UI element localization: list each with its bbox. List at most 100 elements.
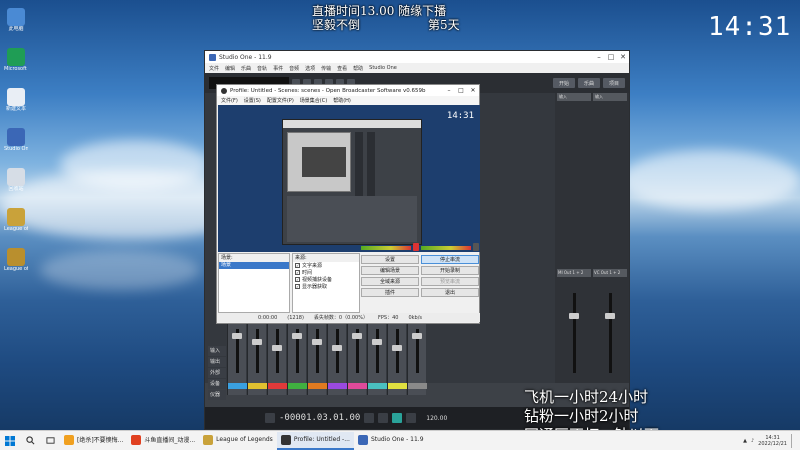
mixer-side-label[interactable]: 外部 <box>208 368 226 378</box>
fader-knob[interactable] <box>605 313 615 319</box>
desktop-icon[interactable]: League of Legends <box>4 208 28 232</box>
mixer-channel[interactable] <box>227 323 247 395</box>
fader-knob[interactable] <box>292 333 302 339</box>
desktop-icon[interactable]: 回收站 <box>4 168 28 192</box>
checkbox[interactable]: ✓ <box>295 263 300 268</box>
play-icon[interactable] <box>392 413 403 423</box>
menu-item[interactable]: 帮助 <box>353 65 363 72</box>
menu-item[interactable]: Studio One <box>369 65 397 71</box>
mixer-channel[interactable] <box>267 323 287 395</box>
mixer-side-label[interactable]: 输出 <box>208 357 226 367</box>
scene-item[interactable]: 场景 <box>219 262 289 269</box>
obs-menu-item[interactable]: 场景集合(C) <box>300 97 327 104</box>
close-icon[interactable]: ✕ <box>467 87 479 94</box>
mixer-channel[interactable] <box>247 323 267 395</box>
fader-knob[interactable] <box>352 333 362 339</box>
obs-menu-item[interactable]: 设置(S) <box>244 97 261 104</box>
mixer-channel[interactable] <box>327 323 347 395</box>
exit-button[interactable]: 退出 <box>421 288 479 297</box>
obs-menu-item[interactable]: 帮助(H) <box>333 97 351 104</box>
plugins-button[interactable]: 插件 <box>361 288 419 297</box>
speaker-icon[interactable] <box>473 243 479 251</box>
taskbar-item[interactable]: League of Legends <box>199 432 277 450</box>
fader-knob[interactable] <box>332 345 342 351</box>
start-button[interactable]: 开始 <box>552 78 575 88</box>
menu-item[interactable]: 查看 <box>337 65 347 72</box>
fader-knob[interactable] <box>392 345 402 351</box>
desktop-icon[interactable]: League of Legends <box>4 248 28 272</box>
task-view-icon[interactable] <box>40 431 60 450</box>
obs-window[interactable]: Profile: Untitled - Scenes: scenes - Ope… <box>216 84 480 324</box>
menu-item[interactable]: 传输 <box>321 65 331 72</box>
desktop-icon[interactable]: 此电脑 <box>4 8 28 32</box>
minimize-icon[interactable]: – <box>443 87 455 94</box>
fader-knob[interactable] <box>412 333 422 339</box>
taskbar-item[interactable]: Studio One - 11.9 <box>354 432 428 450</box>
desktop-icon[interactable]: Studio One <box>4 128 28 152</box>
start-record-button[interactable]: 开始录制 <box>421 266 479 275</box>
checkbox[interactable]: ✓ <box>295 284 300 289</box>
menu-item[interactable]: 编辑 <box>225 65 235 72</box>
maximize-icon[interactable]: □ <box>605 53 617 61</box>
desktop-icon[interactable]: 新建文本 <box>4 88 28 112</box>
search-icon[interactable] <box>20 431 40 450</box>
nested-preview <box>282 119 422 245</box>
mixer-channel[interactable] <box>347 323 367 395</box>
mixer-channel[interactable] <box>307 323 327 395</box>
menu-item[interactable]: 事件 <box>273 65 283 72</box>
fader-knob[interactable] <box>272 345 282 351</box>
obs-menu-item[interactable]: 配置文件(P) <box>267 97 294 104</box>
settings-button[interactable]: 设置 <box>361 255 419 264</box>
close-icon[interactable]: ✕ <box>617 53 629 61</box>
menu-item[interactable]: 音频 <box>289 65 299 72</box>
project-button[interactable]: 项目 <box>602 78 625 88</box>
mixer-channel[interactable] <box>387 323 407 395</box>
loop-icon[interactable] <box>265 413 275 423</box>
maximize-icon[interactable]: □ <box>455 87 467 94</box>
show-desktop[interactable] <box>791 433 794 448</box>
fader-knob[interactable] <box>569 313 579 319</box>
menu-item[interactable]: 选项 <box>305 65 315 72</box>
mixer-side-label[interactable]: 输入 <box>208 346 226 356</box>
obs-menu-item[interactable]: 文件(F) <box>221 97 238 104</box>
fader-knob[interactable] <box>232 333 242 339</box>
volume-icon[interactable]: ♪ <box>751 438 754 444</box>
source-item[interactable]: ✓ 文字来源 <box>293 262 359 269</box>
source-item[interactable]: ✓ 显示器获取 <box>293 283 359 290</box>
studio-one-titlebar[interactable]: Studio One - 11.9 – □ ✕ <box>205 51 629 63</box>
checkbox[interactable]: ✓ <box>295 270 300 275</box>
source-item[interactable]: ✓ 时间 <box>293 269 359 276</box>
menu-item[interactable]: 乐曲 <box>241 65 251 72</box>
app-icon <box>7 88 25 106</box>
mixer-channel[interactable] <box>287 323 307 395</box>
stop-stream-button[interactable]: 停止串流 <box>421 255 479 264</box>
song-button[interactable]: 乐曲 <box>577 78 600 88</box>
mixer-channel[interactable] <box>367 323 387 395</box>
taskbar-item[interactable]: Profile: Untitled -... <box>276 431 354 450</box>
stop-icon[interactable] <box>378 413 389 423</box>
network-icon[interactable]: ▲ <box>743 438 747 444</box>
tray-clock[interactable]: 14:31 2022/12/21 <box>758 435 787 447</box>
fader-knob[interactable] <box>372 339 382 345</box>
start-button[interactable] <box>0 431 20 450</box>
record-icon[interactable] <box>406 413 417 423</box>
preview-stream-button[interactable]: 预览串流 <box>421 277 479 286</box>
taskbar-item[interactable]: 斗鱼直播间_动漫... <box>127 432 199 450</box>
mixer-side-label[interactable]: 仪器 <box>208 390 226 400</box>
checkbox[interactable]: ✓ <box>295 277 300 282</box>
global-sources-button[interactable]: 全域来源 <box>361 277 419 286</box>
menu-item[interactable]: 文件 <box>209 65 219 72</box>
menu-item[interactable]: 音轨 <box>257 65 267 72</box>
mic-icon[interactable] <box>413 243 419 251</box>
rewind-icon[interactable] <box>364 413 375 423</box>
edit-scene-button[interactable]: 编辑场景 <box>361 266 419 275</box>
desktop-icon[interactable]: Microsoft Edge <box>4 48 28 72</box>
mixer-side-label[interactable]: 设备 <box>208 379 226 389</box>
taskbar-item[interactable]: [绝杀]不要懊悔... <box>60 432 127 450</box>
fader-knob[interactable] <box>312 339 322 345</box>
mixer-channel[interactable] <box>407 323 427 395</box>
obs-titlebar[interactable]: Profile: Untitled - Scenes: scenes - Ope… <box>217 85 479 96</box>
minimize-icon[interactable]: – <box>593 53 605 61</box>
fader-knob[interactable] <box>252 339 262 345</box>
source-item[interactable]: ✓ 视频捕获设备 <box>293 276 359 283</box>
